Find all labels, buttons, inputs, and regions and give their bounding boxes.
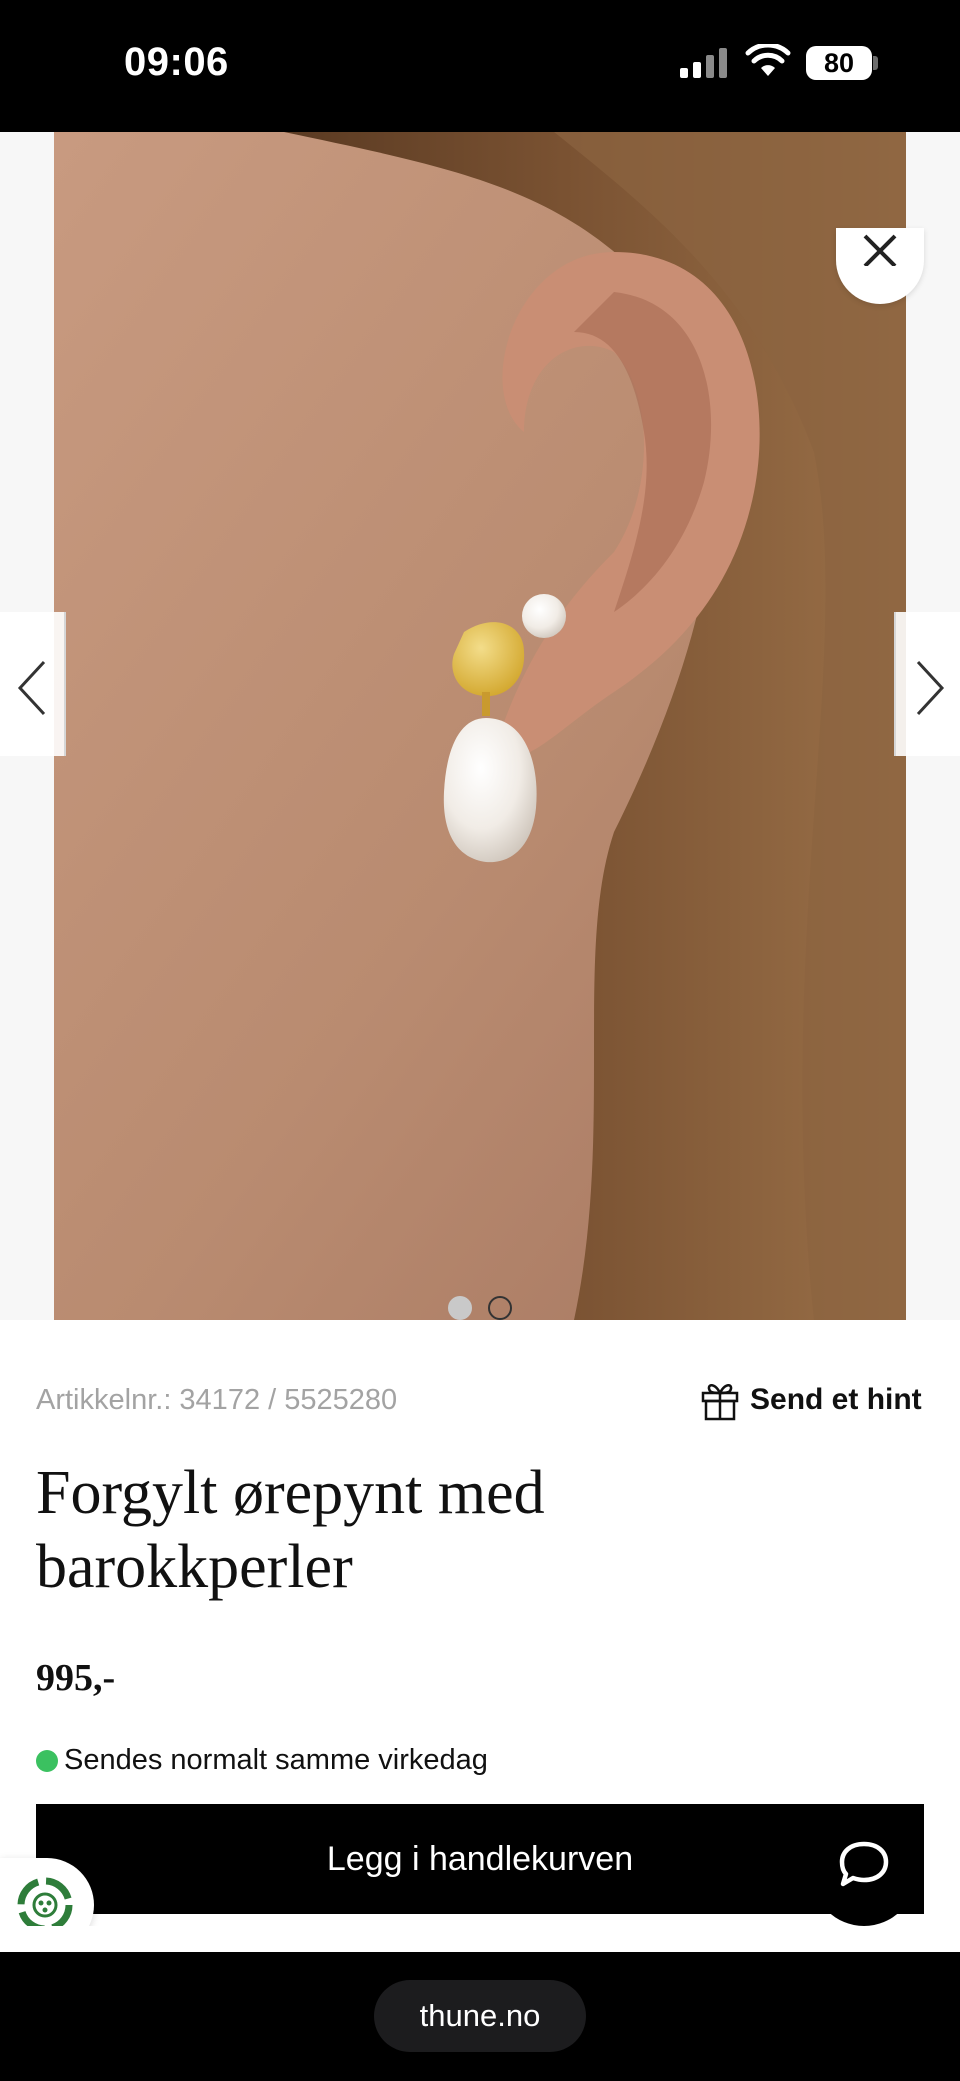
stock-status: Sendes normalt samme virkedag: [36, 1744, 488, 1777]
wifi-icon: [745, 42, 791, 83]
stock-status-text: Sendes normalt samme virkedag: [64, 1744, 488, 1776]
product-title: Forgylt ørepynt med barokkperler: [36, 1456, 856, 1604]
previous-image-button[interactable]: [0, 612, 66, 756]
close-icon: [863, 234, 897, 266]
add-to-cart-button[interactable]: Legg i handlekurven: [36, 1804, 924, 1914]
chat-bubble-icon: [839, 1841, 889, 1887]
product-price: 995,-: [36, 1657, 116, 1699]
product-title-line-1: Forgylt ørepynt med: [36, 1459, 545, 1527]
gallery-dot-2[interactable]: [488, 1296, 512, 1320]
product-gallery[interactable]: [0, 132, 960, 1320]
article-number: Artikkelnr.: 34172 / 5525280: [36, 1384, 398, 1416]
gallery-pagination: [0, 1296, 960, 1326]
battery-tip: [873, 56, 878, 70]
page-bottom-edge: [0, 1926, 960, 1952]
battery-icon: 80: [806, 46, 872, 80]
chat-button[interactable]: [812, 1810, 916, 1926]
next-image-button[interactable]: [894, 612, 960, 756]
browser-bar: thune.no: [0, 1952, 960, 2081]
gallery-dot-1[interactable]: [448, 1296, 472, 1320]
status-time: 09:06: [124, 40, 229, 84]
chevron-left-icon: [17, 660, 46, 716]
address-bar[interactable]: thune.no: [374, 1980, 586, 2052]
status-bar: 09:06 80: [0, 0, 960, 132]
stock-indicator-icon: [36, 1749, 58, 1772]
send-hint-button[interactable]: Send et hint: [700, 1378, 922, 1422]
gift-icon: [701, 1384, 739, 1421]
chevron-right-icon: [916, 660, 945, 716]
product-title-line-2: barokkperler: [36, 1533, 353, 1601]
send-hint-label: Send et hint: [750, 1383, 922, 1416]
product-image[interactable]: [54, 132, 906, 1320]
signal-icon: [680, 48, 730, 83]
